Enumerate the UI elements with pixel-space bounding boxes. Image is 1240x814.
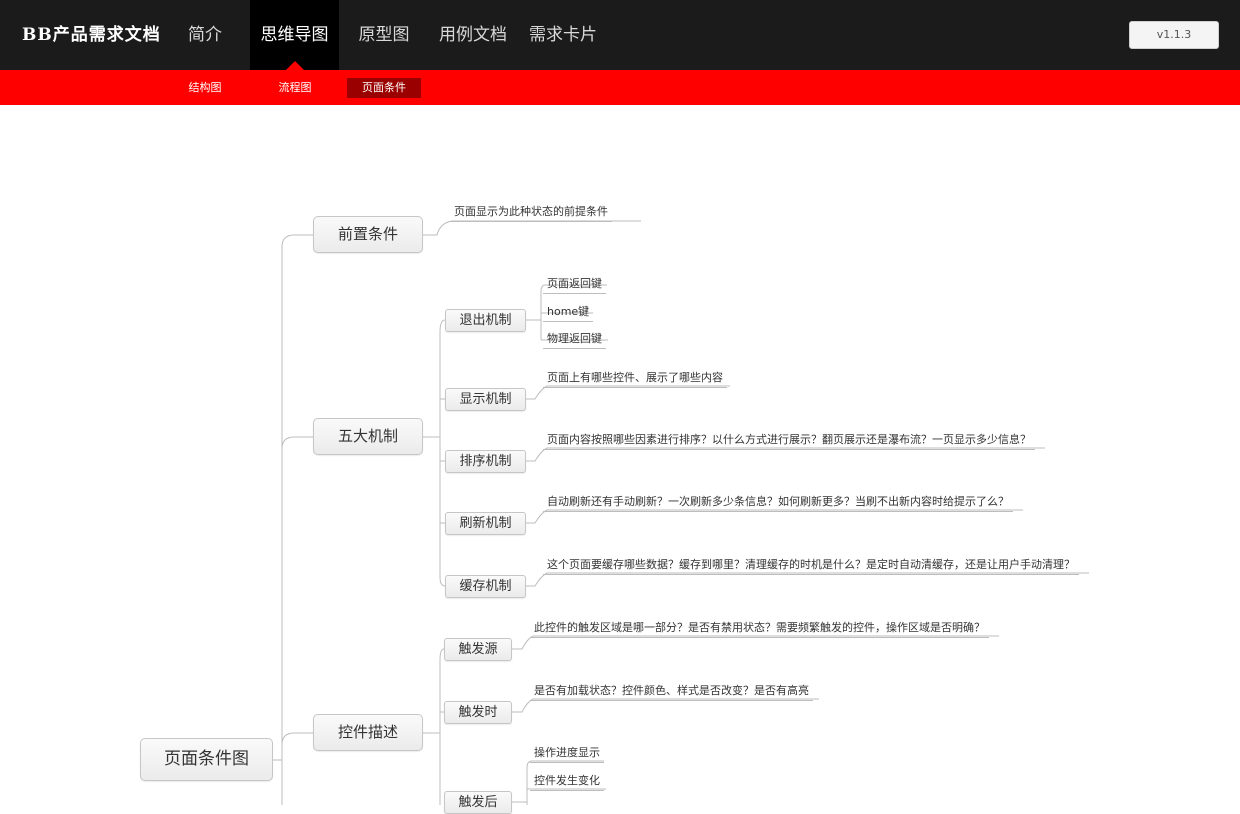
leaf-on-trigger-desc: 是否有加载状态？控件颜色、样式是否改变？是否有高亮 <box>530 684 813 701</box>
nav-item-use-case[interactable]: 用例文档 <box>432 0 514 70</box>
leaf-sort-desc: 页面内容按照哪些因素进行排序？以什么方式进行展示？翻页展示还是瀑布流？一页显示多… <box>543 433 1035 450</box>
node-control-description[interactable]: 控件描述 <box>313 714 423 751</box>
leaf-display-desc: 页面上有哪些控件、展示了哪些内容 <box>543 371 727 388</box>
node-on-trigger[interactable]: 触发时 <box>444 701 512 724</box>
leaf-home-key: home键 <box>543 305 594 322</box>
leaf-precondition-desc: 页面显示为此种状态的前提条件 <box>450 205 612 222</box>
subnav-flowchart[interactable]: 流程图 <box>266 78 324 98</box>
leaf-physical-back-key: 物理返回键 <box>543 332 606 349</box>
node-cache-mechanism[interactable]: 缓存机制 <box>445 575 526 598</box>
nav-item-prototype[interactable]: 原型图 <box>350 0 418 70</box>
version-button[interactable]: v1.1.3 <box>1129 21 1219 49</box>
leaf-trigger-source-desc: 此控件的触发区域是哪一部分？是否有禁用状态？需要频繁触发的控件，操作区域是否明确… <box>530 621 989 638</box>
node-display-mechanism[interactable]: 显示机制 <box>445 388 526 411</box>
app-logo[interactable]: BB产品需求文档 <box>22 22 161 48</box>
sub-navbar: 结构图 流程图 页面条件 <box>0 70 1240 105</box>
node-sort-mechanism[interactable]: 排序机制 <box>445 450 526 473</box>
nav-item-mindmap[interactable]: 思维导图 <box>250 0 339 70</box>
node-refresh-mechanism[interactable]: 刷新机制 <box>445 512 526 535</box>
mindmap-root-node[interactable]: 页面条件图 <box>140 738 273 781</box>
subnav-page-conditions[interactable]: 页面条件 <box>347 78 421 98</box>
node-exit-mechanism[interactable]: 退出机制 <box>445 309 526 332</box>
node-after-trigger[interactable]: 触发后 <box>444 791 512 814</box>
nav-item-requirement-cards[interactable]: 需求卡片 <box>524 0 602 70</box>
leaf-refresh-desc: 自动刷新还有手动刷新？一次刷新多少条信息？如何刷新更多？当刷不出新内容时给提示了… <box>543 495 1013 512</box>
mindmap-canvas: 页面条件图 前置条件 五大机制 控件描述 页面显示为此种状态的前提条件 退出机制… <box>0 105 1240 814</box>
nav-item-intro[interactable]: 简介 <box>175 0 235 70</box>
node-preconditions[interactable]: 前置条件 <box>313 216 423 253</box>
node-trigger-source[interactable]: 触发源 <box>444 638 512 661</box>
node-five-mechanisms[interactable]: 五大机制 <box>313 418 423 455</box>
top-navbar: BB产品需求文档 简介 思维导图 原型图 用例文档 需求卡片 v1.1.3 <box>0 0 1240 70</box>
subnav-structure[interactable]: 结构图 <box>176 78 234 98</box>
leaf-control-changes: 控件发生变化 <box>530 774 604 791</box>
leaf-cache-desc: 这个页面要缓存哪些数据？缓存到哪里？清理缓存的时机是什么？是定时自动清缓存，还是… <box>543 558 1079 575</box>
leaf-page-back-key: 页面返回键 <box>543 277 606 294</box>
leaf-progress-display: 操作进度显示 <box>530 746 604 763</box>
